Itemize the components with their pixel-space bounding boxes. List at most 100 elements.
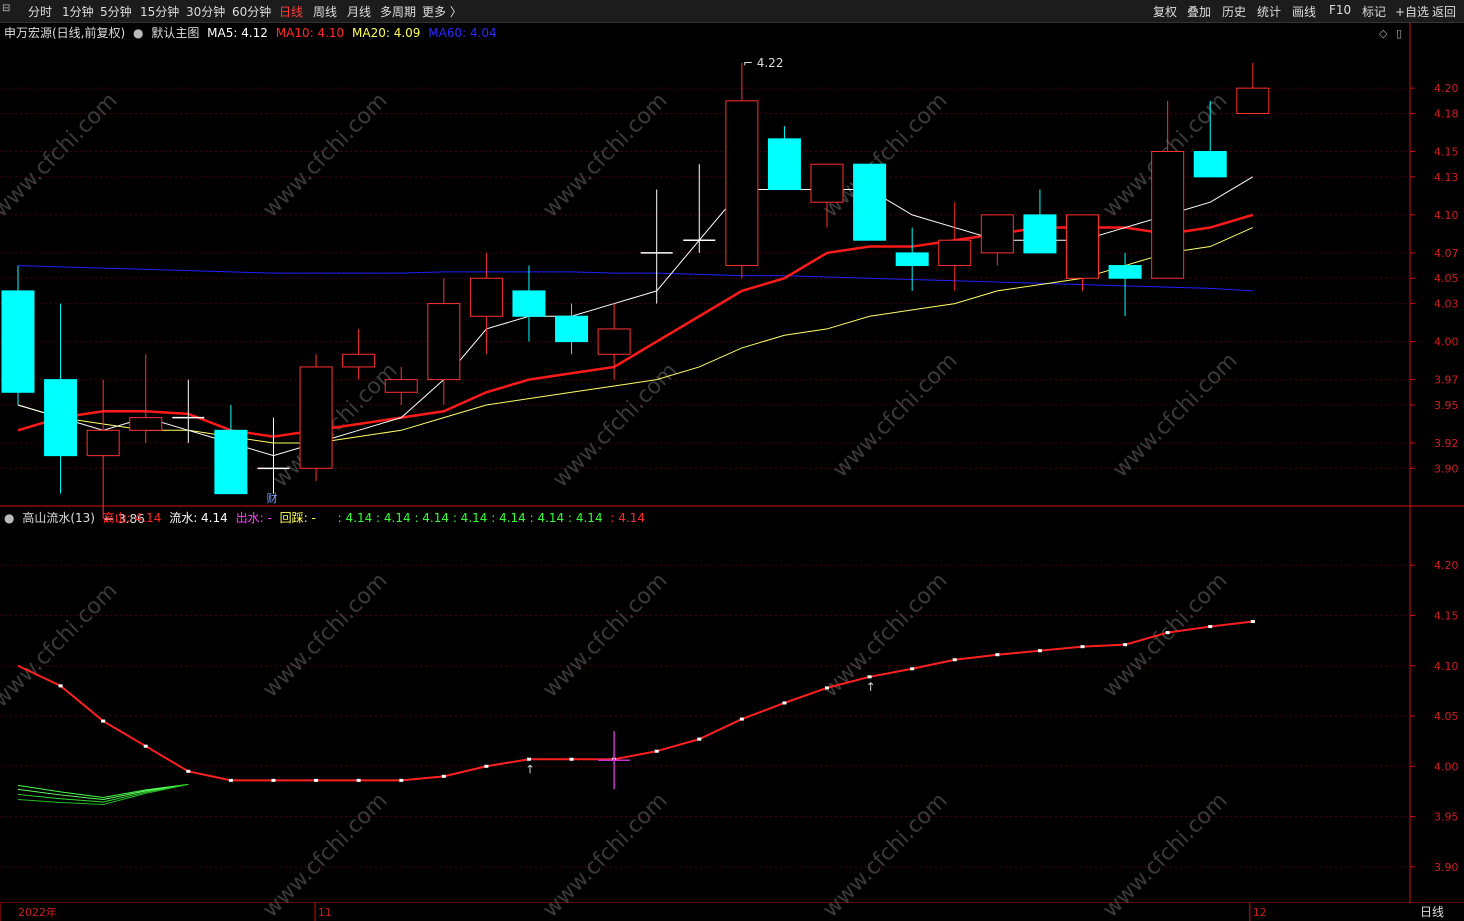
toolbar-button-0[interactable]: 复权	[1153, 3, 1177, 20]
watermark: www.cfchi.com	[538, 788, 672, 921]
gaoshan-point	[484, 764, 489, 768]
toolbar-tab-5[interactable]: 60分钟	[232, 3, 271, 20]
last-line-value: : 4.14	[610, 511, 645, 525]
candle-body	[725, 100, 759, 267]
toolbar-button-5[interactable]: F10	[1329, 3, 1351, 17]
main-axis-label: 4.13	[1434, 171, 1459, 184]
ma5-value: MA5: 4.12	[207, 26, 268, 40]
signal-arrow-icon: ↑	[866, 680, 876, 694]
candle-body	[214, 429, 248, 495]
sub-chart-header: ● 高山流水(13) 高山: 4.14 流水: 4.14 出水: - 回踩: -…	[4, 509, 649, 526]
toolbar-tab-0[interactable]: 分时	[28, 3, 52, 20]
watermark: www.cfchi.com	[538, 568, 672, 702]
sub-axis-label: 3.95	[1434, 811, 1459, 824]
indicator-name[interactable]: 高山流水(13)	[22, 511, 95, 525]
candle-body	[299, 366, 333, 469]
candle-body	[1236, 87, 1270, 114]
sub-axis-label: 4.05	[1434, 710, 1459, 723]
ma20-value: MA20: 4.09	[352, 26, 421, 40]
settings-icon[interactable]: ●	[4, 511, 14, 525]
liushui-value: 流水: 4.14	[169, 511, 228, 525]
candle-body	[427, 303, 461, 381]
gaoshan-point	[825, 686, 830, 690]
toolbar-tab-3[interactable]: 15分钟	[140, 3, 179, 20]
candle-body	[1, 290, 35, 393]
main-axis-label: 3.90	[1434, 462, 1459, 475]
toolbar-tab-9[interactable]: 多周期	[380, 3, 416, 20]
candle-body	[129, 417, 163, 431]
toolbar-tab-10[interactable]: 更多 〉	[422, 3, 462, 20]
candle-body	[86, 429, 120, 457]
ma10-value: MA10: 4.10	[275, 26, 345, 40]
gaoshan-point	[101, 719, 106, 723]
date-label: 11	[318, 906, 332, 919]
candle-body	[384, 379, 418, 393]
toolbar-button-1[interactable]: 叠加	[1187, 3, 1211, 20]
period-label[interactable]: 日线	[1420, 903, 1444, 920]
watermark: www.cfchi.com	[258, 788, 392, 921]
candle-body	[512, 290, 546, 317]
gaoshan-point	[314, 778, 319, 782]
toolbar-tab-2[interactable]: 5分钟	[100, 3, 132, 20]
settings-icon[interactable]: ●	[133, 26, 143, 40]
watermark: www.cfchi.com	[1098, 788, 1232, 921]
date-label: 2022年	[18, 905, 57, 919]
toolbar: ⊟ 分时 1分钟 5分钟 15分钟 30分钟 60分钟 日线 周线 月线 多周期 更多 〉 复权 叠加历…	[0, 0, 1464, 23]
system-menu-icon[interactable]: ⊟	[2, 3, 14, 17]
gaoshan-point	[58, 684, 63, 688]
candle-body	[342, 353, 376, 368]
toolbar-tab-1[interactable]: 1分钟	[62, 3, 94, 20]
watermark: www.cfchi.com	[268, 358, 402, 492]
panel-icon: ▯	[1396, 27, 1402, 40]
gaoshan-point	[228, 778, 233, 782]
toolbar-tab-8[interactable]: 月线	[347, 3, 371, 20]
toolbar-tab-4[interactable]: 30分钟	[186, 3, 225, 20]
gaoshan-point	[526, 757, 531, 761]
gaoshan-point	[569, 757, 574, 761]
gaoshan-value: 高山: 4.14	[102, 511, 162, 525]
watermark: www.cfchi.com	[828, 348, 962, 482]
toolbar-tab-7[interactable]: 周线	[313, 3, 337, 20]
toolbar-button-6[interactable]: 标记	[1362, 3, 1386, 20]
watermark: www.cfchi.com	[818, 568, 952, 702]
candle-body	[1193, 151, 1227, 178]
chushui-value: 出水: -	[235, 511, 272, 525]
toolbar-button-8[interactable]: 返回	[1432, 3, 1456, 20]
main-chart-header: 申万宏源(日线,前复权) ● 默认主图 MA5: 4.12 MA10: 4.10…	[4, 24, 501, 41]
gaoshan-point	[1037, 649, 1042, 653]
main-axis-label: 4.00	[1434, 336, 1459, 349]
ma60-value: MA60: 4.04	[428, 26, 497, 40]
main-axis-label: 4.10	[1434, 209, 1459, 222]
main-axis-label: 4.15	[1434, 146, 1459, 159]
kline-chart[interactable]: 4.20 4.18 4.15 4.13 4.10 4.07 4.05 4.03 4.00 3.97…	[0, 23, 1464, 921]
liushui-line	[17, 783, 189, 798]
indicator-name[interactable]: 默认主图	[151, 26, 199, 40]
gaoshan-point	[143, 744, 148, 748]
huicai-value: 回踩: -	[279, 511, 316, 525]
sub-axis-label: 4.10	[1434, 660, 1459, 673]
candle-body	[555, 315, 589, 343]
candle-body	[980, 214, 1014, 254]
time-axis-bg	[0, 903, 1464, 921]
gaoshan-point	[271, 778, 276, 782]
gaoshan-point	[186, 769, 191, 773]
candle-body	[810, 163, 844, 203]
news-icon: 财	[266, 491, 277, 505]
watermark: www.cfchi.com	[818, 788, 952, 921]
toolbar-button-3[interactable]: 统计	[1257, 3, 1281, 20]
watermark: www.cfchi.com	[0, 578, 123, 712]
candle-body	[597, 328, 631, 355]
toolbar-button-7[interactable]: +自选	[1395, 3, 1429, 20]
toolbar-button-4[interactable]: 画线	[1292, 3, 1316, 20]
candle-body	[1066, 214, 1099, 279]
candle-body	[1108, 265, 1142, 279]
toolbar-button-2[interactable]: 历史	[1222, 3, 1246, 20]
gaoshan-point	[697, 737, 702, 741]
main-axis-label: 3.92	[1434, 437, 1459, 450]
toolbar-tab-6[interactable]: 日线	[279, 3, 303, 20]
line-values: : 4.14 : 4.14 : 4.14 : 4.14 : 4.14 : 4.1…	[337, 511, 603, 525]
date-label: 12	[1253, 906, 1267, 919]
high-price-label: ⌐ 4.22	[743, 56, 784, 70]
main-axis-label: 4.07	[1434, 247, 1459, 260]
stock-name[interactable]: 申万宏源(日线,前复权)	[4, 26, 125, 40]
